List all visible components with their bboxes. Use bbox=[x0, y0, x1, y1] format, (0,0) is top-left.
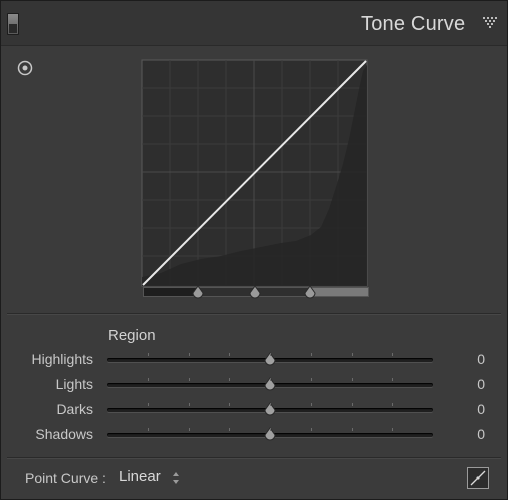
slider-tick bbox=[188, 378, 190, 381]
slider-tick bbox=[351, 403, 353, 406]
slider-tick bbox=[310, 403, 312, 406]
slider-tick bbox=[310, 353, 312, 356]
slider-track[interactable] bbox=[107, 427, 433, 441]
slider-tick bbox=[392, 353, 394, 356]
slider-track[interactable] bbox=[107, 402, 433, 416]
panel-header[interactable]: Tone Curve bbox=[1, 1, 507, 46]
shadows-split-handle[interactable] bbox=[191, 285, 205, 301]
slider-value[interactable]: 0 bbox=[455, 351, 485, 367]
point-curve-select[interactable]: Linear bbox=[119, 468, 161, 485]
updown-arrows-icon[interactable] bbox=[172, 471, 180, 485]
section-divider bbox=[7, 457, 501, 458]
highlights-split-handle[interactable] bbox=[303, 285, 317, 301]
slider-track[interactable] bbox=[107, 352, 433, 366]
slider-darks[interactable]: Darks 0 bbox=[1, 398, 507, 422]
slider-tick bbox=[310, 378, 312, 381]
slider-tick bbox=[147, 353, 149, 356]
slider-value[interactable]: 0 bbox=[455, 376, 485, 392]
slider-tick bbox=[351, 378, 353, 381]
slider-value[interactable]: 0 bbox=[455, 401, 485, 417]
slider-label: Highlights bbox=[31, 351, 93, 367]
tone-curve-panel: Tone Curve Region Highlights 0 Lights 0 … bbox=[0, 0, 508, 500]
edit-point-curve-button[interactable] bbox=[467, 467, 489, 489]
slider-tick bbox=[147, 378, 149, 381]
slider-tick bbox=[351, 428, 353, 431]
slider-tick bbox=[188, 403, 190, 406]
slider-label: Shadows bbox=[35, 426, 93, 442]
panel-switch-icon[interactable] bbox=[7, 13, 19, 35]
slider-tick bbox=[310, 428, 312, 431]
triangle-down-icon[interactable] bbox=[483, 17, 497, 29]
edit-point-curve-icon bbox=[470, 470, 486, 486]
slider-tick bbox=[188, 428, 190, 431]
slider-tick bbox=[229, 403, 231, 406]
tone-curve-graph[interactable] bbox=[141, 59, 369, 297]
slider-track[interactable] bbox=[107, 377, 433, 391]
slider-label: Lights bbox=[55, 376, 93, 392]
slider-tick bbox=[270, 403, 271, 406]
slider-tick bbox=[392, 428, 394, 431]
slider-highlights[interactable]: Highlights 0 bbox=[1, 348, 507, 372]
slider-tick bbox=[351, 353, 353, 356]
section-divider bbox=[7, 313, 501, 314]
panel-title: Tone Curve bbox=[361, 13, 466, 35]
target-adjustment-icon[interactable] bbox=[17, 60, 33, 76]
slider-tick bbox=[229, 378, 231, 381]
midtones-split-handle[interactable] bbox=[248, 285, 262, 301]
slider-tick bbox=[188, 353, 190, 356]
slider-label: Darks bbox=[56, 401, 93, 417]
slider-tick bbox=[270, 353, 271, 356]
slider-tick bbox=[229, 428, 231, 431]
slider-tick bbox=[229, 353, 231, 356]
slider-tick bbox=[147, 403, 149, 406]
range-highlights bbox=[312, 288, 368, 296]
slider-value[interactable]: 0 bbox=[455, 426, 485, 442]
slider-shadows[interactable]: Shadows 0 bbox=[1, 423, 507, 447]
slider-tick bbox=[270, 378, 271, 381]
region-heading: Region bbox=[108, 327, 156, 344]
slider-tick bbox=[147, 428, 149, 431]
slider-tick bbox=[392, 378, 394, 381]
slider-tick bbox=[270, 428, 271, 431]
slider-lights[interactable]: Lights 0 bbox=[1, 373, 507, 397]
point-curve-label: Point Curve : bbox=[25, 470, 106, 486]
slider-tick bbox=[392, 403, 394, 406]
